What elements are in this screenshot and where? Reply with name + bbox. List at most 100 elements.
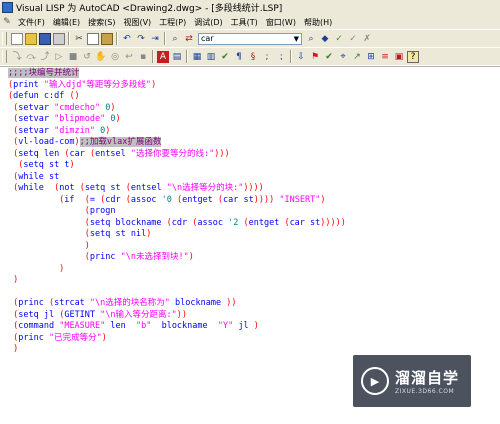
reset-icon[interactable]: ↺ bbox=[81, 51, 93, 63]
next-bookmark-icon[interactable]: ✓ bbox=[333, 33, 345, 45]
toolbar-grip[interactable] bbox=[2, 32, 7, 45]
symbol-service-icon[interactable]: ⊞ bbox=[365, 51, 377, 63]
code-token: ( bbox=[8, 321, 19, 331]
load-active-window-icon[interactable]: ▦ bbox=[191, 51, 203, 63]
comment-block-icon[interactable]: ; bbox=[261, 51, 273, 63]
quit-icon[interactable]: ■ bbox=[67, 51, 79, 63]
code-token: st bbox=[110, 183, 126, 193]
toggle-breakpoint-icon[interactable]: ✋ bbox=[95, 51, 107, 63]
code-line[interactable]: (princ "已完成等分") bbox=[8, 333, 346, 345]
inspect-icon[interactable]: ⌖ bbox=[337, 51, 349, 63]
menu-debug[interactable]: 调试(D) bbox=[190, 17, 226, 28]
window-select-icon[interactable]: ▤ bbox=[171, 51, 183, 63]
app-icon bbox=[2, 2, 13, 13]
code-token: ( bbox=[8, 194, 65, 205]
menu-file[interactable]: 文件(F) bbox=[14, 17, 49, 28]
code-line[interactable]: (setq blockname (cdr (assoc '2 (entget (… bbox=[8, 218, 346, 230]
code-token: blockname bbox=[175, 298, 227, 308]
code-line[interactable]: ) bbox=[8, 264, 346, 276]
code-line[interactable]: (setq st nil) bbox=[8, 229, 346, 241]
paste-icon[interactable] bbox=[101, 32, 113, 45]
uncomment-block-icon[interactable]: ⁏ bbox=[275, 51, 287, 63]
menu-tools[interactable]: 工具(T) bbox=[227, 17, 262, 28]
toolbar-grip[interactable] bbox=[2, 50, 7, 63]
code-line[interactable]: ;;;;块编号并统计 bbox=[8, 68, 346, 80]
code-token: setq bbox=[18, 148, 44, 159]
list-icon[interactable]: ≡ bbox=[379, 51, 391, 63]
code-line[interactable] bbox=[8, 287, 346, 299]
play-icon: ▶ bbox=[361, 367, 389, 395]
menu-bar: ✎ 文件(F) 编辑(E) 搜索(S) 视图(V) 工程(P) 调试(D) 工具… bbox=[0, 15, 500, 29]
code-token: princ bbox=[18, 332, 49, 343]
code-token: ( bbox=[8, 114, 19, 124]
breakpoint-list-icon[interactable]: ▣ bbox=[393, 51, 405, 63]
menu-view[interactable]: 视图(V) bbox=[119, 17, 155, 28]
activate-autocad-icon[interactable]: A bbox=[157, 50, 169, 63]
add-watch-icon[interactable]: ◎ bbox=[109, 51, 121, 63]
step-indicator-icon[interactable]: ▪ bbox=[137, 51, 149, 63]
code-line[interactable]: ) bbox=[8, 275, 346, 287]
clear-bookmarks-icon[interactable]: ✗ bbox=[361, 33, 373, 45]
code-line[interactable]: (setvar "blipmode" 0) bbox=[8, 114, 346, 126]
search-combo[interactable]: car ▼ bbox=[198, 32, 302, 45]
menu-help[interactable]: 帮助(H) bbox=[300, 17, 336, 28]
code-token: ( bbox=[8, 217, 90, 228]
replace-icon[interactable]: ⇄ bbox=[183, 33, 195, 45]
code-text[interactable]: ;;;;块编号并统计 (print "输入djd"等距等分多段线") (defun … bbox=[8, 68, 346, 356]
search-binoculars-icon[interactable]: ⌕ bbox=[305, 33, 317, 45]
code-line[interactable]: (while (not (setq st (entsel "\n选择等分的块:"… bbox=[8, 183, 346, 195]
code-line[interactable]: (progn bbox=[8, 206, 346, 218]
code-token: ) bbox=[74, 137, 80, 147]
load-text-icon[interactable]: ⇩ bbox=[295, 51, 307, 63]
chevron-down-icon[interactable]: ▼ bbox=[294, 35, 299, 43]
code-line[interactable]: (setq st t) bbox=[8, 160, 346, 172]
step-into-icon[interactable]: ⤵ bbox=[11, 51, 23, 63]
copy-icon[interactable] bbox=[87, 32, 99, 45]
print-icon[interactable] bbox=[53, 32, 65, 45]
apropos-icon[interactable]: ✔ bbox=[323, 51, 335, 63]
redo-icon[interactable]: ↷ bbox=[135, 33, 147, 45]
code-line[interactable]: (setq len (car (entsel "选择你要等分的线:"))) bbox=[8, 149, 346, 161]
bookmark-toggle-icon[interactable]: ◆ bbox=[319, 33, 331, 45]
last-break-icon[interactable]: ↩ bbox=[123, 51, 135, 63]
new-file-icon[interactable] bbox=[11, 32, 23, 45]
step-out-icon[interactable]: ⤴ bbox=[39, 51, 51, 63]
menu-edit[interactable]: 编辑(E) bbox=[49, 17, 84, 28]
code-token: ) bbox=[8, 275, 19, 285]
format-window-icon[interactable]: ¶ bbox=[233, 51, 245, 63]
code-line[interactable]: (while st bbox=[8, 172, 346, 184]
check-text-icon[interactable]: ✔ bbox=[219, 51, 231, 63]
code-line[interactable]: (vl-load-com);;加载vlax扩展函数 bbox=[8, 137, 346, 149]
code-line[interactable]: (setvar "cmdecho" 0) bbox=[8, 103, 346, 115]
code-line[interactable]: (princ (strcat "\n选择的块名称为" blockname )) bbox=[8, 298, 346, 310]
code-token: entget bbox=[182, 194, 218, 205]
step-over-icon[interactable]: ⤼ bbox=[25, 51, 37, 63]
code-line[interactable]: ) bbox=[8, 241, 346, 253]
code-line[interactable]: (princ "\n未选择到块!") bbox=[8, 252, 346, 264]
menu-window[interactable]: 窗口(W) bbox=[262, 17, 300, 28]
format-selection-icon[interactable]: § bbox=[247, 51, 259, 63]
document-menu-icon[interactable]: ✎ bbox=[0, 17, 14, 27]
code-line[interactable]: (if (= (cdr (assoc '0 (entget (car st)))… bbox=[8, 195, 346, 207]
code-line[interactable]: (defun c:df () bbox=[8, 91, 346, 103]
code-line[interactable]: (setvar "dimzin" 0) bbox=[8, 126, 346, 138]
trace-icon[interactable]: ↗ bbox=[351, 51, 363, 63]
save-icon[interactable] bbox=[39, 32, 51, 45]
code-line[interactable]: (command "MEASURE" len "b" blockname "Y"… bbox=[8, 321, 346, 333]
code-line[interactable]: (setq jl (GETINT "\n输入等分距离:")) bbox=[8, 310, 346, 322]
help-icon[interactable]: ? bbox=[407, 50, 419, 63]
cut-icon[interactable]: ✂ bbox=[73, 33, 85, 45]
complete-word-icon[interactable]: ⇥ bbox=[149, 33, 161, 45]
undo-icon[interactable]: ↶ bbox=[121, 33, 133, 45]
find-icon[interactable]: ⌕ bbox=[169, 33, 181, 45]
open-folder-icon[interactable] bbox=[25, 32, 37, 45]
load-selection-icon[interactable]: ▥ bbox=[205, 51, 217, 63]
code-token: setq bbox=[23, 160, 49, 170]
menu-project[interactable]: 工程(P) bbox=[155, 17, 190, 28]
continue-icon[interactable]: ▷ bbox=[53, 51, 65, 63]
code-line[interactable]: (print "输入djd"等距等分多段线") bbox=[8, 80, 346, 92]
code-line[interactable]: ) bbox=[8, 344, 346, 356]
previous-bookmark-icon[interactable]: ✓ bbox=[347, 33, 359, 45]
menu-search[interactable]: 搜索(S) bbox=[84, 17, 119, 28]
watch-window-icon[interactable]: ⚑ bbox=[309, 51, 321, 63]
